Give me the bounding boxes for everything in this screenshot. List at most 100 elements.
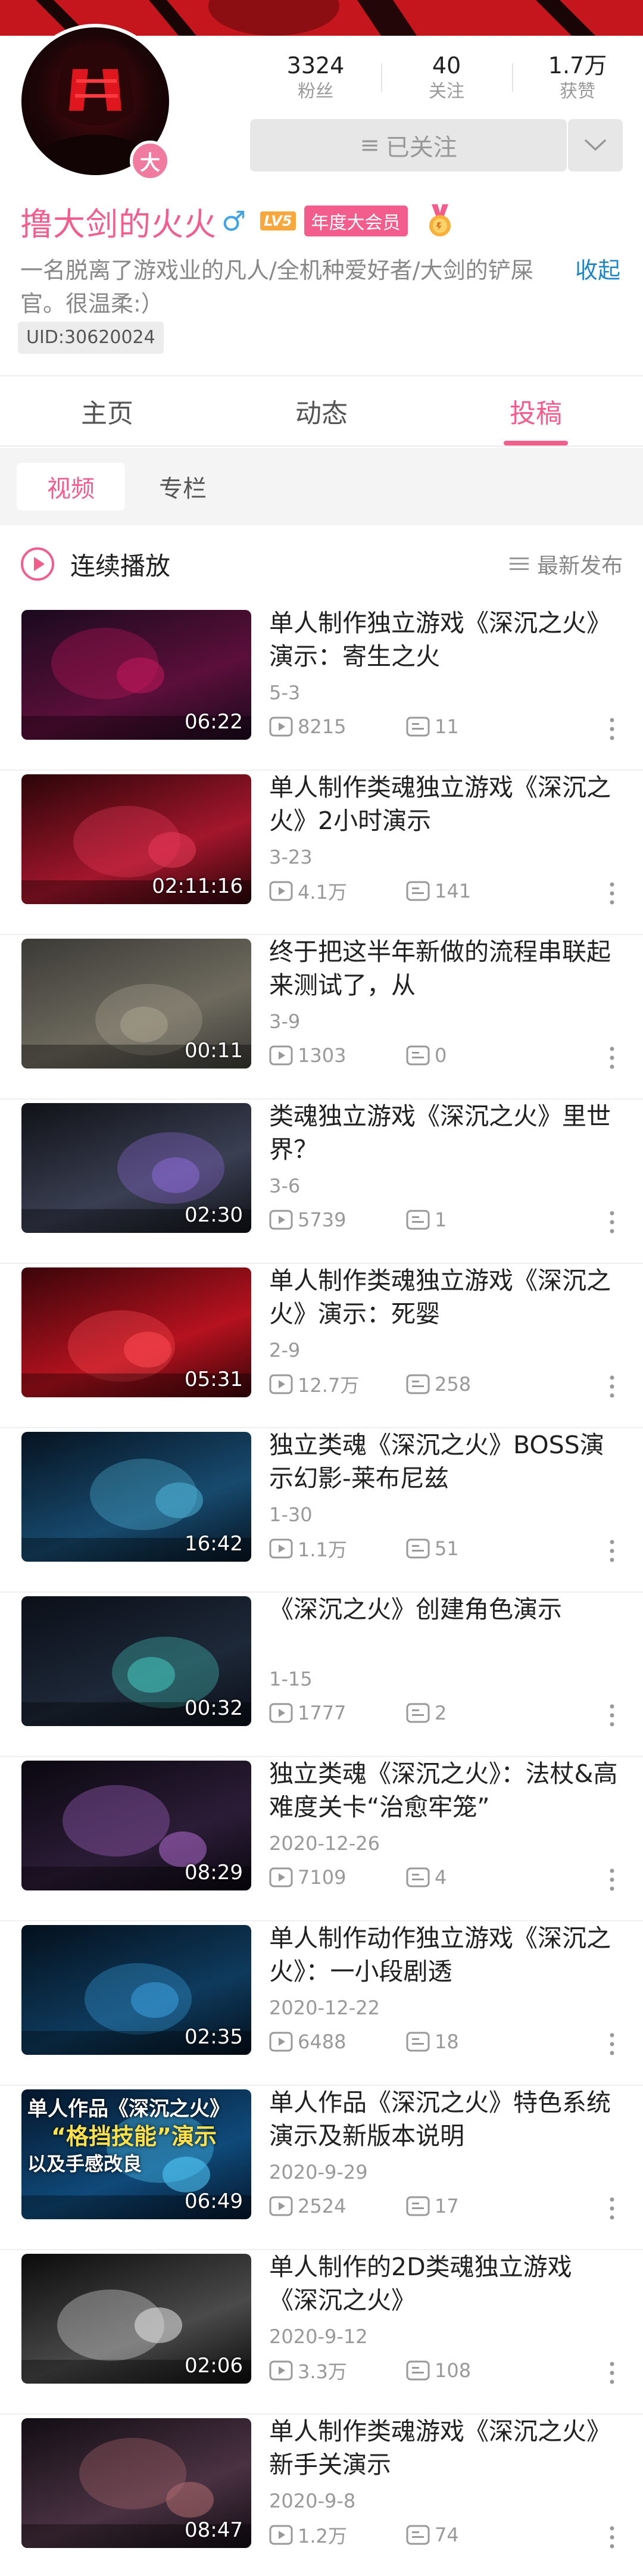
play-count-value: 12.7万 <box>298 1374 360 1397</box>
more-vertical-icon[interactable] <box>608 2525 616 2549</box>
more-vertical-icon[interactable] <box>608 1868 616 1892</box>
danmaku-count: 258 <box>406 1373 471 1396</box>
video-thumbnail[interactable]: 16:42 <box>21 1432 251 1562</box>
video-duration: 16:42 <box>185 1532 243 1556</box>
video-item[interactable]: 05:31 单人制作类魂独立游戏《深沉之火》演示：死婴 2-9 12.7万 258 <box>0 1264 643 1428</box>
video-thumbnail[interactable]: 单人作品《深沉之火》 “格挡技能”演示 以及手感改良 06:49 <box>21 2089 251 2219</box>
more-vertical-icon[interactable] <box>608 2032 616 2056</box>
tab-uploads[interactable]: 投稿 <box>429 376 643 446</box>
upload-subtabs: 视频 专栏 <box>0 448 643 525</box>
followed-label: 已关注 <box>385 134 457 161</box>
video-item[interactable]: 02:35 单人制作动作独立游戏《深沉之火》：一小段剧透 2020-12-22 648… <box>0 1921 643 2086</box>
video-item[interactable]: 06:22 单人制作独立游戏《深沉之火》演示：寄生之火 5-3 8215 11 <box>0 606 643 771</box>
video-thumbnail[interactable]: 02:35 <box>21 1925 251 2055</box>
level-badge[interactable]: LV5 <box>260 211 296 230</box>
sort-dropdown[interactable]: 最新发布 <box>509 525 623 603</box>
video-title[interactable]: 单人制作独立游戏《深沉之火》演示：寄生之火 <box>269 606 620 673</box>
danmaku-count: 141 <box>406 880 471 902</box>
danmaku-count: 108 <box>406 2359 471 2382</box>
video-title[interactable]: 单人制作类魂游戏《深沉之火》新手关演示 <box>269 2415 620 2481</box>
danmaku-count-value: 4 <box>435 1866 447 1889</box>
video-date: 1-30 <box>269 1503 313 1526</box>
avatar-badge: 大 <box>130 141 170 181</box>
video-item[interactable]: 单人作品《深沉之火》 “格挡技能”演示 以及手感改良 06:49 单人作品《深沉之火》特… <box>0 2086 643 2250</box>
subtab-videos[interactable]: 视频 <box>17 463 125 510</box>
video-title[interactable]: 单人制作的2D类魂独立游戏《深沉之火》 <box>269 2250 620 2317</box>
play-count-icon <box>269 1538 293 1559</box>
video-title[interactable]: 单人制作类魂独立游戏《深沉之火》2小时演示 <box>269 771 620 837</box>
video-thumbnail[interactable]: 08:29 <box>21 1761 251 1890</box>
video-meta: 6488 18 <box>269 2029 620 2055</box>
danmaku-count: 17 <box>406 2195 459 2217</box>
more-vertical-icon[interactable] <box>608 1703 616 1727</box>
collapse-bio-link[interactable]: 收起 <box>575 254 620 287</box>
video-item[interactable]: 00:11 终于把这半年新做的流程串联起来测试了，从 3-9 1303 0 <box>0 935 643 1099</box>
video-title[interactable]: 单人制作动作独立游戏《深沉之火》：一小段剧透 <box>269 1921 620 1988</box>
video-thumbnail[interactable]: 02:11:16 <box>21 774 251 904</box>
video-item[interactable]: 02:06 单人制作的2D类魂独立游戏《深沉之火》 2020-9-12 3.3万 108 <box>0 2250 643 2415</box>
tab-dynamics[interactable]: 动态 <box>214 376 429 446</box>
menu-lines-icon: ≡ <box>360 132 380 159</box>
stat-fans[interactable]: 3324 粉丝 <box>250 51 381 111</box>
video-date: 3-6 <box>269 1175 301 1197</box>
danmaku-count-value: 51 <box>435 1537 459 1560</box>
danmaku-count-value: 74 <box>435 2524 459 2546</box>
more-vertical-icon[interactable] <box>608 2197 616 2220</box>
video-title[interactable]: 单人作品《深沉之火》特色系统演示及新版本说明 <box>269 2086 620 2153</box>
video-thumbnail[interactable]: 02:30 <box>21 1103 251 1233</box>
video-item[interactable]: 16:42 独立类魂《深沉之火》BOSS演示幻影-莱布尼兹 1-30 1.1万 51 <box>0 1428 643 1593</box>
play-circle-icon[interactable] <box>20 547 55 581</box>
video-item[interactable]: 08:47 单人制作类魂游戏《深沉之火》新手关演示 2020-9-8 1.2万 74 <box>0 2415 643 2576</box>
video-thumbnail[interactable]: 00:32 <box>21 1596 251 1726</box>
video-meta: 12.7万 258 <box>269 1371 620 1397</box>
danmaku-count: 1 <box>406 1208 447 1231</box>
medal-icon[interactable] <box>426 204 454 238</box>
video-thumbnail[interactable]: 02:06 <box>21 2254 251 2384</box>
more-vertical-icon[interactable] <box>608 1539 616 1563</box>
subtab-articles[interactable]: 专栏 <box>129 463 237 510</box>
video-meta: 2524 17 <box>269 2193 620 2219</box>
video-title[interactable]: 终于把这半年新做的流程串联起来测试了，从 <box>269 935 620 1002</box>
play-count-icon <box>269 1374 293 1394</box>
video-thumbnail[interactable]: 05:31 <box>21 1267 251 1397</box>
video-duration: 02:11:16 <box>152 874 243 898</box>
danmaku-count-value: 1 <box>435 1208 447 1231</box>
video-date: 1-15 <box>269 1668 313 1690</box>
more-vertical-icon[interactable] <box>608 881 616 905</box>
video-title[interactable]: 独立类魂《深沉之火》BOSS演示幻影-莱布尼兹 <box>269 1428 620 1495</box>
video-title[interactable]: 类魂独立游戏《深沉之火》里世界？ <box>269 1099 620 1166</box>
video-title[interactable]: 《深沉之火》创建角色演示 <box>269 1593 620 1626</box>
more-vertical-icon[interactable] <box>608 1046 616 1070</box>
danmaku-icon <box>406 1867 430 1887</box>
video-date: 2020-12-22 <box>269 1996 380 2019</box>
tab-home[interactable]: 主页 <box>0 376 214 446</box>
play-count-value: 7109 <box>298 1866 347 1889</box>
more-options-button[interactable] <box>568 119 623 172</box>
stat-likes[interactable]: 1.7万 获赞 <box>512 51 643 111</box>
video-thumbnail[interactable]: 00:11 <box>21 939 251 1069</box>
video-thumbnail[interactable]: 08:47 <box>21 2418 251 2548</box>
video-title[interactable]: 单人制作类魂独立游戏《深沉之火》演示：死婴 <box>269 1264 620 1331</box>
more-vertical-icon[interactable] <box>608 1375 616 1398</box>
avatar[interactable]: 大 <box>18 24 173 181</box>
continuous-play-label[interactable]: 连续播放 <box>70 546 170 583</box>
followed-button[interactable]: ≡ 已关注 <box>250 119 567 172</box>
danmaku-icon <box>406 2360 430 2381</box>
stat-following[interactable]: 40 关注 <box>381 51 512 111</box>
more-vertical-icon[interactable] <box>608 717 616 741</box>
play-count: 1777 <box>269 1702 406 1724</box>
danmaku-icon <box>406 881 430 901</box>
vip-badge[interactable]: 年度大会员 <box>304 205 408 236</box>
play-count: 8215 <box>269 715 406 738</box>
more-vertical-icon[interactable] <box>608 2361 616 2385</box>
more-vertical-icon[interactable] <box>608 1210 616 1234</box>
video-item[interactable]: 08:29 独立类魂《深沉之火》：法杖&高难度关卡“治愈牢笼” 2020-12-26… <box>0 1757 643 1921</box>
video-thumbnail[interactable]: 06:22 <box>21 610 251 740</box>
play-count: 1.2万 <box>269 2521 406 2549</box>
video-item[interactable]: 02:30 类魂独立游戏《深沉之火》里世界？ 3-6 5739 1 <box>0 1099 643 1264</box>
play-count-value: 1777 <box>298 1702 347 1724</box>
video-item[interactable]: 00:32 《深沉之火》创建角色演示 1-15 1777 2 <box>0 1593 643 1757</box>
danmaku-icon <box>406 717 430 737</box>
video-item[interactable]: 02:11:16 单人制作类魂独立游戏《深沉之火》2小时演示 3-23 4.1万 141 <box>0 771 643 935</box>
video-title[interactable]: 独立类魂《深沉之火》：法杖&高难度关卡“治愈牢笼” <box>269 1757 620 1824</box>
